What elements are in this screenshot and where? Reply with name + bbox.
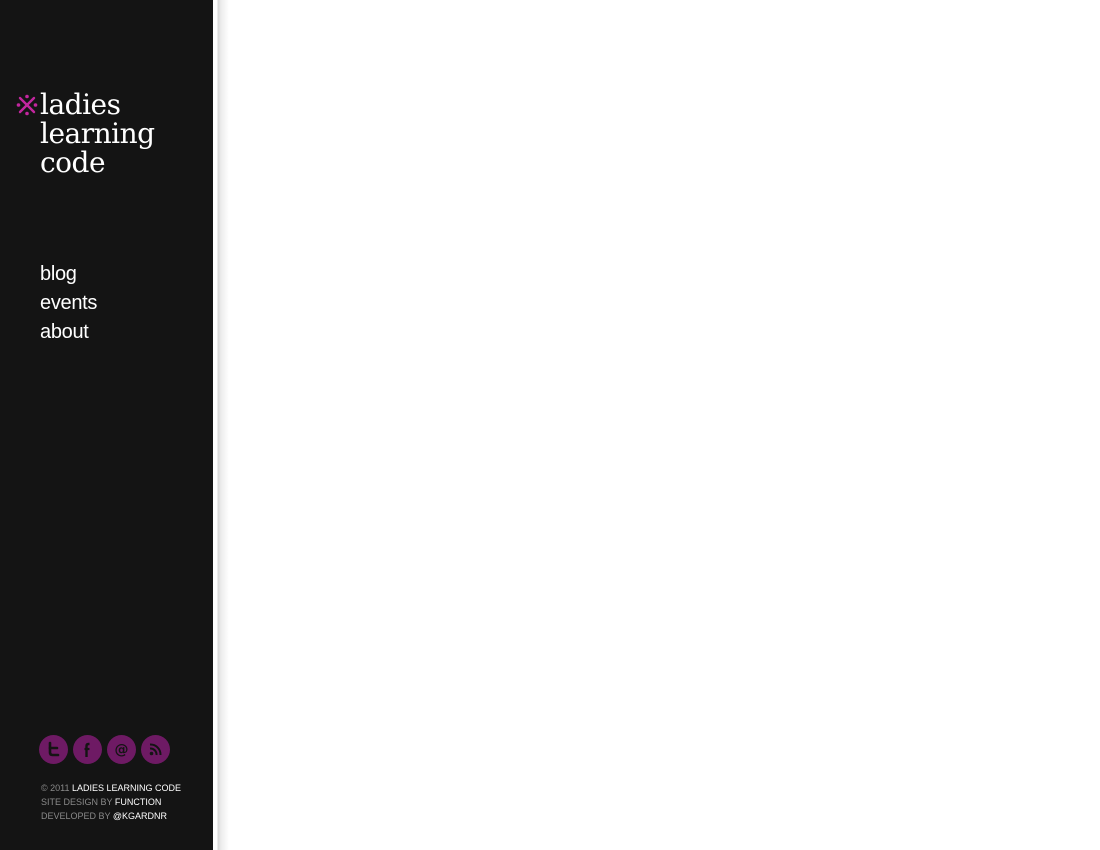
svg-text:@: @ [115, 742, 129, 758]
logo-line-ladies: ladies [40, 88, 121, 121]
design-credit-line: SITE DESIGN BY FUNCTION [41, 795, 181, 809]
developer-credit-link[interactable]: @KGARDNR [113, 811, 167, 821]
sidebar-footer: © 2011 LADIES LEARNING CODE SITE DESIGN … [41, 781, 181, 823]
nav-link-blog[interactable]: blog [40, 261, 77, 287]
email-icon: @ [115, 742, 129, 758]
main-content [229, 0, 1100, 850]
nav-link-events[interactable]: events [40, 290, 97, 316]
developer-credit-line: DEVELOPED BY @KGARDNR [41, 809, 181, 823]
nav-item-about: about [40, 319, 97, 348]
design-credit-link[interactable]: FUNCTION [115, 797, 162, 807]
twitter-button[interactable] [39, 735, 68, 764]
main-nav: blog events about [40, 261, 97, 348]
logo-line-learning: learning [40, 117, 155, 150]
sidebar: ladies learning code blog events about @… [0, 0, 213, 850]
copyright-prefix: © 2011 [41, 783, 72, 793]
nav-link-about[interactable]: about [40, 319, 89, 345]
copyright-link[interactable]: LADIES LEARNING CODE [72, 783, 181, 793]
nav-item-blog: blog [40, 261, 97, 290]
email-button[interactable]: @ [107, 735, 136, 764]
developer-credit-prefix: DEVELOPED BY [41, 811, 113, 821]
asterisk-logo-icon [16, 94, 38, 116]
logo-wordmark: ladies learning code [40, 90, 190, 177]
social-links: @ [39, 735, 170, 764]
rss-button[interactable] [141, 735, 170, 764]
nav-item-events: events [40, 290, 97, 319]
design-credit-prefix: SITE DESIGN BY [41, 797, 115, 807]
twitter-icon [48, 741, 60, 757]
copyright-line: © 2011 LADIES LEARNING CODE [41, 781, 181, 795]
sidebar-divider [213, 0, 229, 850]
rss-icon [149, 743, 162, 756]
facebook-icon [84, 742, 90, 757]
facebook-button[interactable] [73, 735, 102, 764]
logo-line-code: code [40, 146, 106, 179]
